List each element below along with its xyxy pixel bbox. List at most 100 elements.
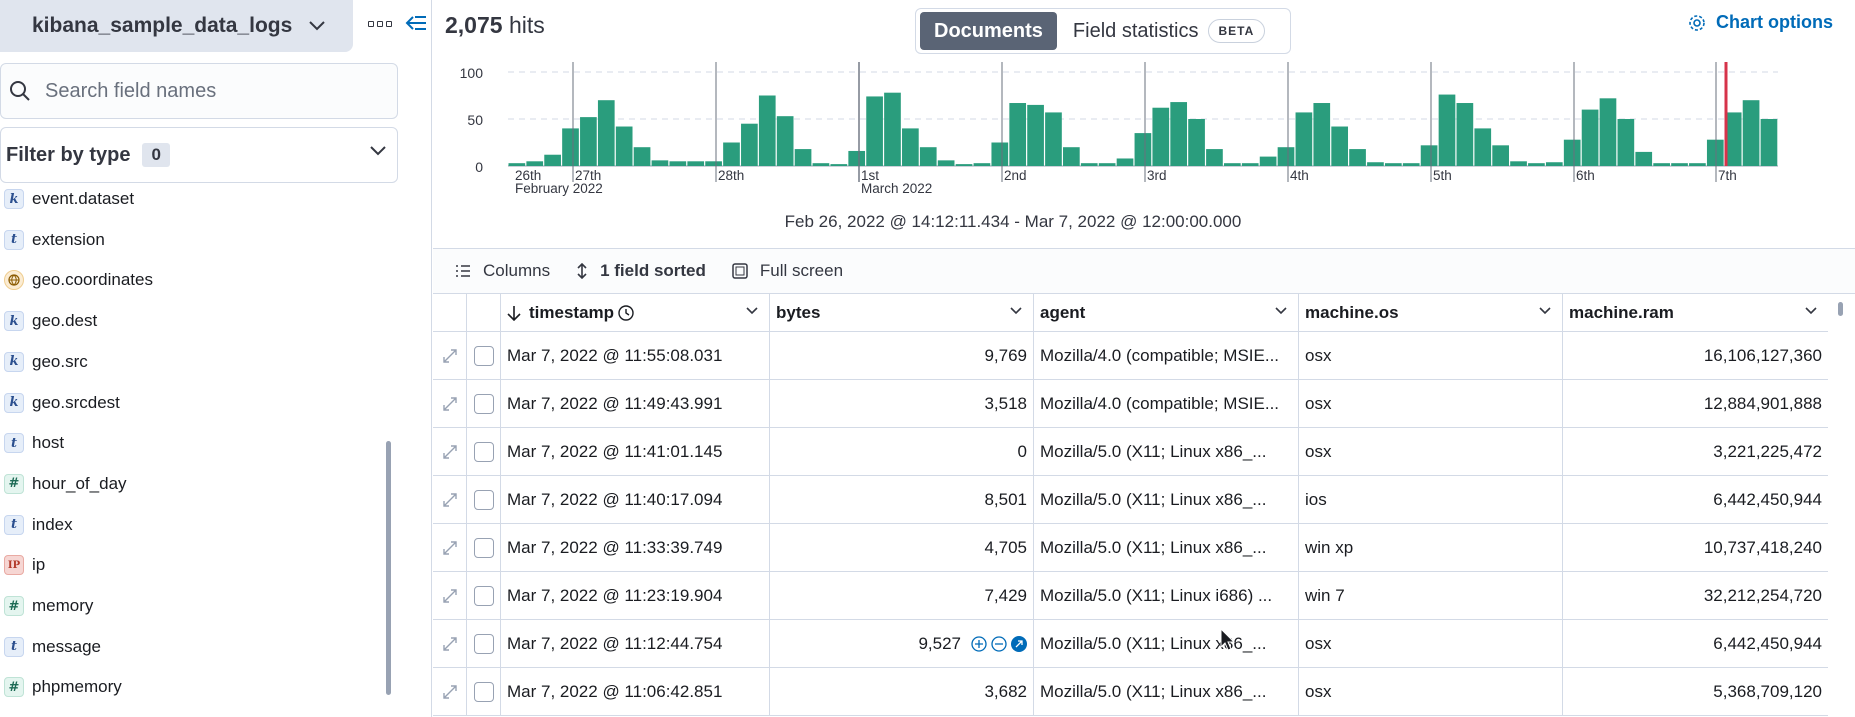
cell-timestamp[interactable]: Mar 7, 2022 @ 11:55:08.031 <box>501 332 770 379</box>
field-item[interactable]: t extension <box>4 226 105 254</box>
cell-machine-os[interactable]: osx <box>1299 428 1563 475</box>
row-select-checkbox-cell[interactable] <box>467 620 501 667</box>
expand-cell-icon[interactable] <box>1011 635 1027 652</box>
chart-options-button[interactable]: Chart options <box>1688 12 1833 33</box>
row-checkbox[interactable] <box>473 489 494 510</box>
cell-machine-ram[interactable]: 6,442,450,944 <box>1563 476 1828 523</box>
row-select-checkbox-cell[interactable] <box>467 332 501 379</box>
chevron-down-icon[interactable] <box>1538 306 1552 316</box>
row-select-checkbox-cell[interactable] <box>467 476 501 523</box>
chevron-down-icon[interactable] <box>1274 306 1288 316</box>
cell-machine-ram[interactable]: 6,442,450,944 <box>1563 620 1828 667</box>
row-select-checkbox-cell[interactable] <box>467 380 501 427</box>
column-header-bytes[interactable]: bytes <box>770 294 1034 331</box>
cell-timestamp[interactable]: Mar 7, 2022 @ 11:49:43.991 <box>501 380 770 427</box>
cell-bytes[interactable]: 0 <box>770 428 1034 475</box>
cell-bytes[interactable]: 3,518 <box>770 380 1034 427</box>
chevron-down-icon[interactable] <box>745 306 759 316</box>
sort-fields-button[interactable]: 1 field sorted <box>576 261 706 281</box>
table-row[interactable]: Mar 7, 2022 @ 11:55:08.031 9,769 Mozilla… <box>433 332 1828 380</box>
table-row[interactable]: Mar 7, 2022 @ 11:40:17.094 8,501 Mozilla… <box>433 476 1828 524</box>
expand-row-button[interactable] <box>433 380 467 427</box>
field-item[interactable]: geo.coordinates <box>4 266 153 294</box>
field-item[interactable]: k geo.src <box>4 348 88 376</box>
table-row[interactable]: Mar 7, 2022 @ 11:49:43.991 3,518 Mozilla… <box>433 380 1828 428</box>
cell-agent[interactable]: Mozilla/4.0 (compatible; MSIE... <box>1034 380 1299 427</box>
hits-histogram[interactable]: 10050026th 27th 28th 1st 2nd 3rd 4th 5th 6th 7thF… <box>433 55 1855 205</box>
columns-button[interactable]: Columns <box>455 261 550 281</box>
cell-agent[interactable]: Mozilla/5.0 (X11; Linux x86_... <box>1034 476 1299 523</box>
cell-timestamp[interactable]: Mar 7, 2022 @ 11:23:19.904 <box>501 572 770 619</box>
cell-timestamp[interactable]: Mar 7, 2022 @ 11:12:44.754 <box>501 620 770 667</box>
cell-machine-os[interactable]: win 7 <box>1299 572 1563 619</box>
field-item[interactable]: k event.dataset <box>4 185 134 213</box>
row-checkbox[interactable] <box>473 537 494 558</box>
column-header-machine-ram[interactable]: machine.ram <box>1563 294 1828 331</box>
cell-agent[interactable]: Mozilla/5.0 (X11; Linux x86_... <box>1034 668 1299 715</box>
cell-machine-ram[interactable]: 10,737,418,240 <box>1563 524 1828 571</box>
expand-row-button[interactable] <box>433 668 467 715</box>
row-checkbox[interactable] <box>473 585 494 606</box>
cell-agent[interactable]: Mozilla/5.0 (X11; Linux x86_... <box>1034 524 1299 571</box>
column-header-timestamp[interactable]: timestamp <box>501 294 770 331</box>
tab-field-statistics[interactable]: Field statistics BETA <box>1073 19 1266 43</box>
table-row[interactable]: Mar 7, 2022 @ 11:41:01.145 0 Mozilla/5.0… <box>433 428 1828 476</box>
chevron-down-icon[interactable] <box>1009 306 1023 316</box>
field-item[interactable]: t host <box>4 429 64 457</box>
cell-agent[interactable]: Mozilla/4.0 (compatible; MSIE... <box>1034 332 1299 379</box>
field-item[interactable]: # phpmemory <box>4 673 122 701</box>
cell-agent[interactable]: Mozilla/5.0 (X11; Linux x86_... <box>1034 620 1299 667</box>
filter-by-type-button[interactable]: Filter by type 0 <box>0 127 398 183</box>
field-item[interactable]: t message <box>4 633 101 661</box>
cell-machine-os[interactable]: ios <box>1299 476 1563 523</box>
cell-machine-os[interactable]: osx <box>1299 380 1563 427</box>
cell-agent[interactable]: Mozilla/5.0 (X11; Linux x86_... <box>1034 428 1299 475</box>
chevron-down-icon[interactable] <box>1804 306 1818 316</box>
cell-timestamp[interactable]: Mar 7, 2022 @ 11:33:39.749 <box>501 524 770 571</box>
field-item[interactable]: k geo.srcdest <box>4 389 120 417</box>
expand-row-button[interactable] <box>433 620 467 667</box>
field-item[interactable]: # hour_of_day <box>4 470 127 498</box>
cell-timestamp[interactable]: Mar 7, 2022 @ 11:06:42.851 <box>501 668 770 715</box>
cell-machine-ram[interactable]: 12,884,901,888 <box>1563 380 1828 427</box>
row-select-checkbox-cell[interactable] <box>467 524 501 571</box>
table-row[interactable]: Mar 7, 2022 @ 11:33:39.749 4,705 Mozilla… <box>433 524 1828 572</box>
cell-timestamp[interactable]: Mar 7, 2022 @ 11:40:17.094 <box>501 476 770 523</box>
full-screen-button[interactable]: Full screen <box>732 261 843 281</box>
expand-row-button[interactable] <box>433 524 467 571</box>
cell-machine-ram[interactable]: 3,221,225,472 <box>1563 428 1828 475</box>
table-row[interactable]: Mar 7, 2022 @ 11:23:19.904 7,429 Mozilla… <box>433 572 1828 620</box>
row-checkbox[interactable] <box>473 345 494 366</box>
table-row[interactable]: Mar 7, 2022 @ 11:12:44.754 9,527 Mozilla… <box>433 620 1828 668</box>
expand-row-button[interactable] <box>433 428 467 475</box>
field-item[interactable]: t index <box>4 511 73 539</box>
row-checkbox[interactable] <box>473 441 494 462</box>
filter-out-value-icon[interactable] <box>991 635 1007 652</box>
table-row[interactable]: Mar 7, 2022 @ 11:06:42.851 3,682 Mozilla… <box>433 668 1828 716</box>
row-select-checkbox-cell[interactable] <box>467 572 501 619</box>
row-checkbox[interactable] <box>473 681 494 702</box>
field-item[interactable]: # memory <box>4 592 93 620</box>
table-scrollbar[interactable] <box>1838 302 1843 316</box>
filter-for-value-icon[interactable] <box>971 635 987 652</box>
sidebar-scrollbar[interactable] <box>386 441 391 695</box>
column-header-machine-os[interactable]: machine.os <box>1299 294 1563 331</box>
more-options-icon[interactable] <box>368 14 398 34</box>
expand-row-button[interactable] <box>433 572 467 619</box>
cell-machine-os[interactable]: osx <box>1299 668 1563 715</box>
row-select-checkbox-cell[interactable] <box>467 668 501 715</box>
field-item[interactable]: IP ip <box>4 551 45 579</box>
cell-agent[interactable]: Mozilla/5.0 (X11; Linux i686) ... <box>1034 572 1299 619</box>
cell-bytes[interactable]: 4,705 <box>770 524 1034 571</box>
expand-row-button[interactable] <box>433 476 467 523</box>
tab-documents[interactable]: Documents <box>920 12 1057 50</box>
row-checkbox[interactable] <box>473 633 494 654</box>
cell-machine-ram[interactable]: 5,368,709,120 <box>1563 668 1828 715</box>
cell-machine-ram[interactable]: 16,106,127,360 <box>1563 332 1828 379</box>
row-checkbox[interactable] <box>473 393 494 414</box>
row-select-checkbox-cell[interactable] <box>467 428 501 475</box>
expand-row-button[interactable] <box>433 332 467 379</box>
cell-bytes[interactable]: 8,501 <box>770 476 1034 523</box>
cell-timestamp[interactable]: Mar 7, 2022 @ 11:41:01.145 <box>501 428 770 475</box>
cell-machine-ram[interactable]: 32,212,254,720 <box>1563 572 1828 619</box>
